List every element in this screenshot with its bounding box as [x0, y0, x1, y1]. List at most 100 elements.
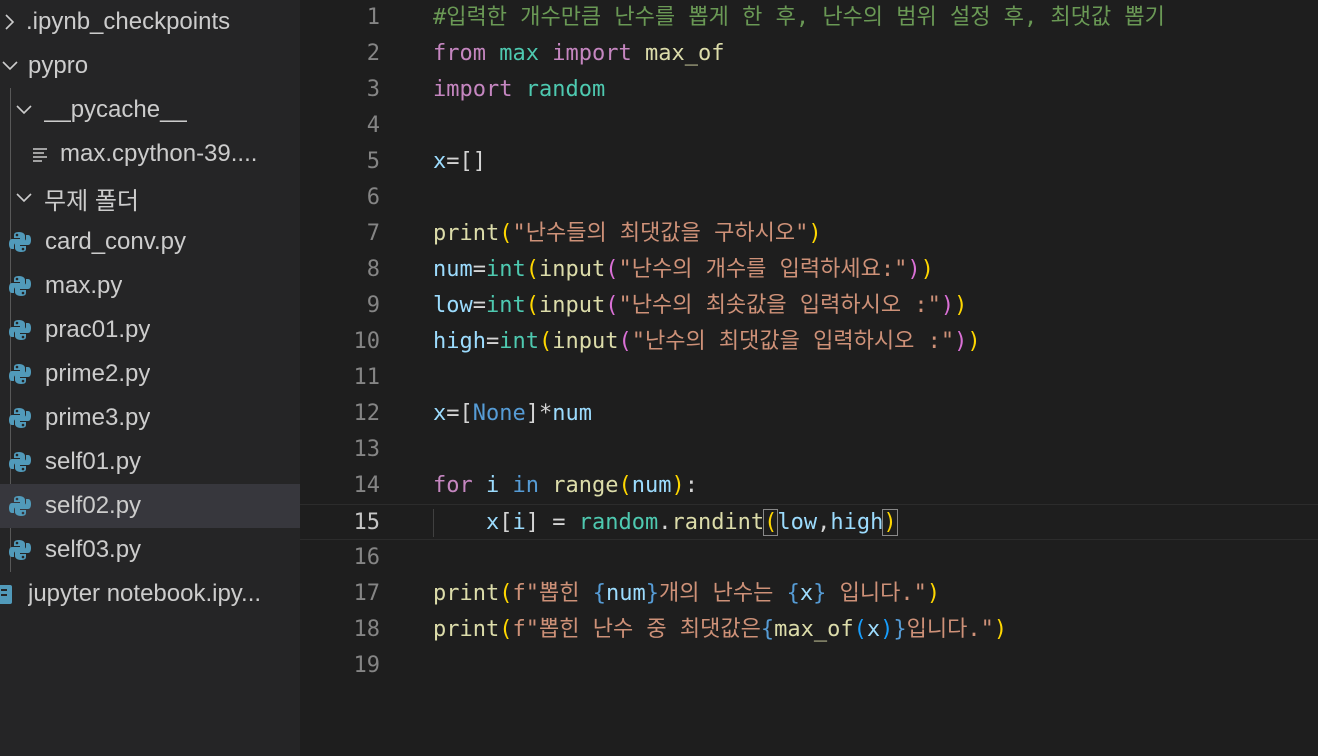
- code-line[interactable]: 17 print(f"뽑힌 {num}개의 난수는 {x} 입니다."): [300, 576, 1318, 612]
- code-token: max_of: [644, 41, 725, 66]
- code-token: =: [472, 257, 486, 282]
- tree-item-label: card_conv.py: [45, 228, 186, 255]
- code-token: input: [539, 257, 606, 282]
- code-token: "난수의 최댓값을 입력하시오 :": [631, 329, 955, 354]
- code-token: #입력한 개수만큼 난수를 뽑게 한 후, 난수의 범위 설정 후, 최댓값 뽑…: [433, 5, 1165, 30]
- tree-item-label: 무제 폴더: [44, 187, 139, 215]
- code-token: num: [552, 401, 592, 426]
- code-token: for: [433, 473, 473, 498]
- code-token: (: [525, 293, 539, 318]
- line-number: 6: [366, 185, 380, 210]
- code-token: {: [786, 581, 800, 606]
- code-token: ): [671, 473, 685, 498]
- tree-item-self02[interactable]: self02.py: [0, 484, 300, 528]
- tree-item-pypro[interactable]: pypro: [0, 44, 300, 88]
- code-token: f"뽑힌: [512, 581, 593, 606]
- line-number: 14: [353, 473, 381, 498]
- code-token: random: [578, 510, 659, 535]
- code-line[interactable]: 6: [300, 180, 1318, 216]
- code-line[interactable]: 8 num=int(input("난수의 개수를 입력하세요:")): [300, 252, 1318, 288]
- line-number: 9: [366, 293, 380, 318]
- code-token: ): [993, 617, 1008, 642]
- code-token: int: [499, 329, 539, 354]
- chevron-down-icon: [14, 100, 34, 120]
- code-line[interactable]: 14 for i in range(num):: [300, 468, 1318, 504]
- line-number: 15: [353, 510, 381, 535]
- code-token: [: [499, 510, 513, 535]
- code-token: ): [882, 509, 898, 536]
- code-token: from: [433, 41, 486, 66]
- code-token: x: [866, 617, 881, 642]
- tree-item-label: pypro: [28, 52, 89, 79]
- code-token: import: [552, 41, 632, 66]
- line-number: 8: [366, 257, 380, 282]
- tree-item-jupyter-notebook[interactable]: jupyter notebook.ipy...: [0, 572, 300, 616]
- code-token: i: [486, 473, 500, 498]
- python-file-icon: [8, 494, 32, 518]
- tree-item-max-cpython[interactable]: max.cpython-39....: [0, 132, 300, 176]
- tree-item-label: jupyter notebook.ipy...: [28, 580, 262, 607]
- tree-item-prac01[interactable]: prac01.py: [0, 308, 300, 352]
- code-token: {: [760, 617, 775, 642]
- code-line[interactable]: 18 print(f"뽑힌 난수 중 최댓값은{max_of(x)}입니다."): [300, 612, 1318, 648]
- code-token: ] =: [525, 510, 579, 535]
- code-line[interactable]: 3 import random: [300, 72, 1318, 108]
- code-line[interactable]: 4: [300, 108, 1318, 144]
- code-token: (: [525, 257, 539, 282]
- code-line[interactable]: 7 print("난수들의 최댓값을 구하시오"): [300, 216, 1318, 252]
- code-text: import random: [433, 72, 605, 108]
- code-token: int: [486, 293, 526, 318]
- code-token: ): [967, 329, 981, 354]
- code-token: max_of: [774, 617, 854, 642]
- code-line[interactable]: 2 from max import max_of: [300, 36, 1318, 72]
- code-text: print("난수들의 최댓값을 구하시오"): [433, 216, 822, 252]
- tree-item-pycache[interactable]: __pycache__: [0, 88, 300, 132]
- code-token: (: [853, 617, 867, 642]
- code-token: high: [433, 329, 486, 354]
- code-line[interactable]: 11: [300, 360, 1318, 396]
- code-line[interactable]: 16: [300, 540, 1318, 576]
- code-line[interactable]: 12 x=[None]*num: [300, 396, 1318, 432]
- code-line[interactable]: 5 x=[]: [300, 144, 1318, 180]
- tree-item-prime3[interactable]: prime3.py: [0, 396, 300, 440]
- code-token: 입니다.": [906, 617, 994, 642]
- chevron-down-icon: [14, 188, 34, 208]
- tree-item-card-conv[interactable]: card_conv.py: [0, 220, 300, 264]
- code-token: =: [485, 329, 500, 354]
- tree-item-max-py[interactable]: max.py: [0, 264, 300, 308]
- code-line[interactable]: 13: [300, 432, 1318, 468]
- code-token: random: [525, 77, 606, 102]
- tree-item-self01[interactable]: self01.py: [0, 440, 300, 484]
- tree-item-label: prime2.py: [45, 360, 151, 387]
- code-token: 입니다.": [826, 581, 927, 606]
- code-token: ): [808, 221, 822, 246]
- code-token: (: [499, 221, 513, 246]
- tree-item-self03[interactable]: self03.py: [0, 528, 300, 572]
- code-editor[interactable]: 1 #입력한 개수만큼 난수를 뽑게 한 후, 난수의 범위 설정 후, 최댓값 …: [300, 0, 1318, 756]
- file-lines-icon: [30, 144, 50, 164]
- python-file-icon: [8, 318, 32, 342]
- code-token: {: [592, 581, 606, 606]
- code-line[interactable]: 9 low=int(input("난수의 최솟값을 입력하시오 :")): [300, 288, 1318, 324]
- tree-item-label: max.cpython-39....: [60, 140, 258, 167]
- code-token: (: [618, 329, 632, 354]
- tree-item-untitled-folder[interactable]: 무제 폴더: [0, 176, 300, 220]
- code-line[interactable]: 10 high=int(input("난수의 최댓값을 입력하시오 :")): [300, 324, 1318, 360]
- code-token: high: [830, 510, 884, 535]
- code-line[interactable]: 19: [300, 648, 1318, 684]
- python-file-icon: [8, 230, 32, 254]
- tree-item-ipynb-checkpoints[interactable]: .ipynb_checkpoints: [0, 0, 300, 44]
- code-line[interactable]: 15 x[i] = random.randint(low,high): [300, 504, 1318, 540]
- code-token: num: [605, 581, 646, 606]
- tree-item-prime2[interactable]: prime2.py: [0, 352, 300, 396]
- code-token: i: [512, 510, 526, 535]
- line-number: 12: [353, 401, 381, 426]
- code-line[interactable]: 1 #입력한 개수만큼 난수를 뽑게 한 후, 난수의 범위 설정 후, 최댓값 …: [300, 0, 1318, 36]
- code-token: range: [552, 473, 619, 498]
